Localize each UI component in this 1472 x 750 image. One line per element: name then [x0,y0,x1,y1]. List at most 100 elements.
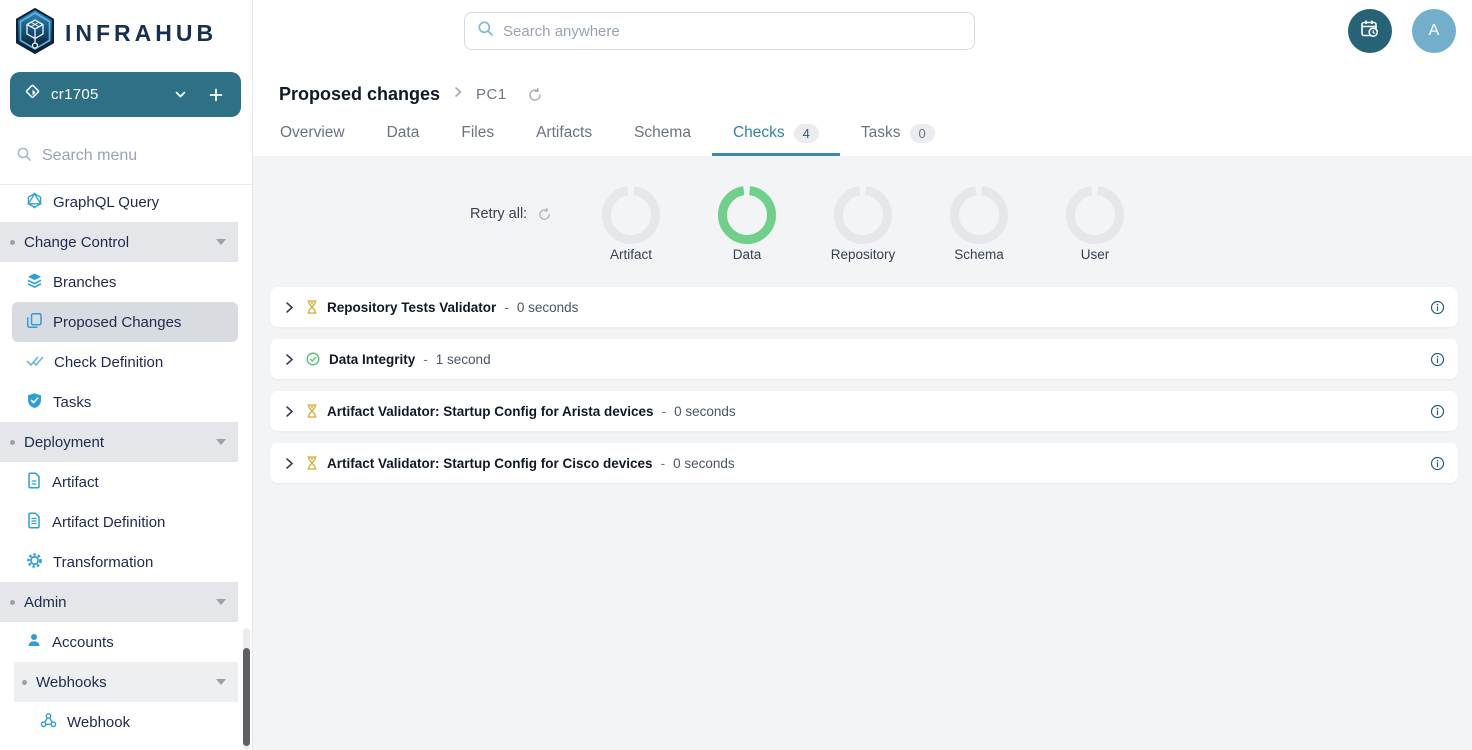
sidebar-item-transformation[interactable]: Transformation [0,542,238,582]
expand-chevron-icon[interactable] [283,457,296,470]
sidebar-item-label: Artifact Definition [52,514,165,531]
refresh-icon[interactable] [527,87,543,103]
info-icon[interactable] [1430,456,1445,471]
global-search[interactable] [464,12,975,50]
expand-chevron-icon[interactable] [283,301,296,314]
sidebar-item-label: Check Definition [54,354,163,371]
calendar-clock-icon [1359,18,1381,45]
search-icon [16,146,32,167]
separator: - [423,352,428,367]
ring-label: Repository [831,247,896,262]
sidebar-search[interactable] [16,140,236,172]
tab-artifacts[interactable]: Artifacts [515,113,613,156]
validator-row[interactable]: Artifact Validator: Startup Config for A… [270,391,1458,431]
sidebar-item-label: Proposed Changes [53,314,181,331]
shield-check-icon [26,392,43,413]
validator-row[interactable]: Repository Tests Validator - 0 seconds [270,287,1458,327]
branch-icon [24,84,41,106]
validator-ring-repository[interactable]: Repository [805,186,921,262]
tab-schema[interactable]: Schema [613,113,712,156]
main-area: A Proposed changes PC1 Overview [253,0,1472,750]
section-collapse-icon[interactable] [216,439,226,445]
sidebar-scrollbar-thumb[interactable] [243,648,250,746]
search-icon [477,20,494,42]
section-collapse-icon[interactable] [216,679,226,685]
tab-label: Checks [733,124,785,142]
sidebar-item-label: Webhook [67,714,130,731]
sidebar-section-label: Admin [24,594,67,611]
tab-label: Files [461,124,494,142]
progress-ring-icon [602,186,660,244]
ring-label: Artifact [610,247,652,262]
app-logo[interactable]: INFRAHUB [14,8,217,59]
validator-duration: 1 second [436,352,491,367]
person-icon [26,632,42,652]
time-travel-button[interactable] [1348,9,1392,53]
global-search-input[interactable] [503,23,962,40]
expand-chevron-icon[interactable] [283,353,296,366]
validator-duration: 0 seconds [517,300,579,315]
tab-checks[interactable]: Checks 4 [712,113,840,156]
checks-panel: Retry all: Artifact Data [253,156,1472,750]
tab-files[interactable]: Files [440,113,515,156]
tab-overview[interactable]: Overview [279,113,366,156]
sidebar-section-change-control[interactable]: Change Control [0,222,238,262]
progress-ring-icon [834,186,892,244]
retry-all-label: Retry all: [470,206,527,222]
hourglass-queued-icon [306,404,318,418]
tab-count-badge: 4 [794,124,819,143]
separator: - [662,404,667,419]
sidebar-item-branches[interactable]: Branches [0,262,238,302]
sidebar-section-deployment[interactable]: Deployment [0,422,238,462]
branch-selector[interactable]: cr1705 [10,72,241,117]
section-bullet-icon [10,600,15,605]
section-collapse-icon[interactable] [216,239,226,245]
sidebar-item-tasks[interactable]: Tasks [0,382,238,422]
sidebar-subsection-label: Webhooks [36,674,107,691]
sidebar-subsection-webhooks[interactable]: Webhooks [14,662,238,702]
validator-title: Repository Tests Validator [327,300,496,315]
validator-summary: Artifact Data Repository Schema [573,186,1153,262]
validator-ring-artifact[interactable]: Artifact [573,186,689,262]
separator: - [504,300,509,315]
ring-label: Data [733,247,762,262]
validator-title: Data Integrity [329,352,415,367]
avatar-initial: A [1429,22,1440,40]
file-lines-icon [26,512,42,533]
check-circle-passed-icon [306,352,320,366]
tab-label: Artifacts [536,124,592,142]
sidebar-item-graphql-query[interactable]: GraphQL Query [0,182,238,222]
sidebar-section-label: Change Control [24,234,129,251]
validator-ring-data[interactable]: Data [689,186,805,262]
tab-count-badge: 0 [910,124,935,143]
validator-ring-user[interactable]: User [1037,186,1153,262]
validator-row[interactable]: Artifact Validator: Startup Config for C… [270,443,1458,483]
info-icon[interactable] [1430,404,1445,419]
retry-all-refresh-icon[interactable] [537,207,552,222]
user-avatar[interactable]: A [1412,9,1456,53]
tab-data[interactable]: Data [366,113,441,156]
sidebar-item-check-definition[interactable]: Check Definition [0,342,238,382]
branch-chevron-down-icon[interactable] [174,88,187,101]
info-icon[interactable] [1430,300,1445,315]
sidebar-item-artifact-definition[interactable]: Artifact Definition [0,502,238,542]
breadcrumb-item[interactable]: PC1 [476,86,507,103]
sidebar-item-webhook[interactable]: Webhook [0,702,238,742]
tab-tasks[interactable]: Tasks 0 [840,113,956,156]
tab-label: Overview [280,124,345,142]
sidebar-item-proposed-changes[interactable]: Proposed Changes [12,302,238,342]
breadcrumb: Proposed changes PC1 [279,84,543,105]
sidebar-search-input[interactable] [42,147,212,165]
sidebar-section-admin[interactable]: Admin [0,582,238,622]
branches-layers-icon [26,272,43,293]
validator-ring-schema[interactable]: Schema [921,186,1037,262]
info-icon[interactable] [1430,352,1445,367]
add-branch-icon[interactable] [209,88,223,102]
expand-chevron-icon[interactable] [283,405,296,418]
progress-ring-icon [950,186,1008,244]
section-collapse-icon[interactable] [216,599,226,605]
sidebar-item-artifact[interactable]: Artifact [0,462,238,502]
validator-row[interactable]: Data Integrity - 1 second [270,339,1458,379]
tab-label: Schema [634,124,691,142]
sidebar-item-accounts[interactable]: Accounts [0,622,238,662]
